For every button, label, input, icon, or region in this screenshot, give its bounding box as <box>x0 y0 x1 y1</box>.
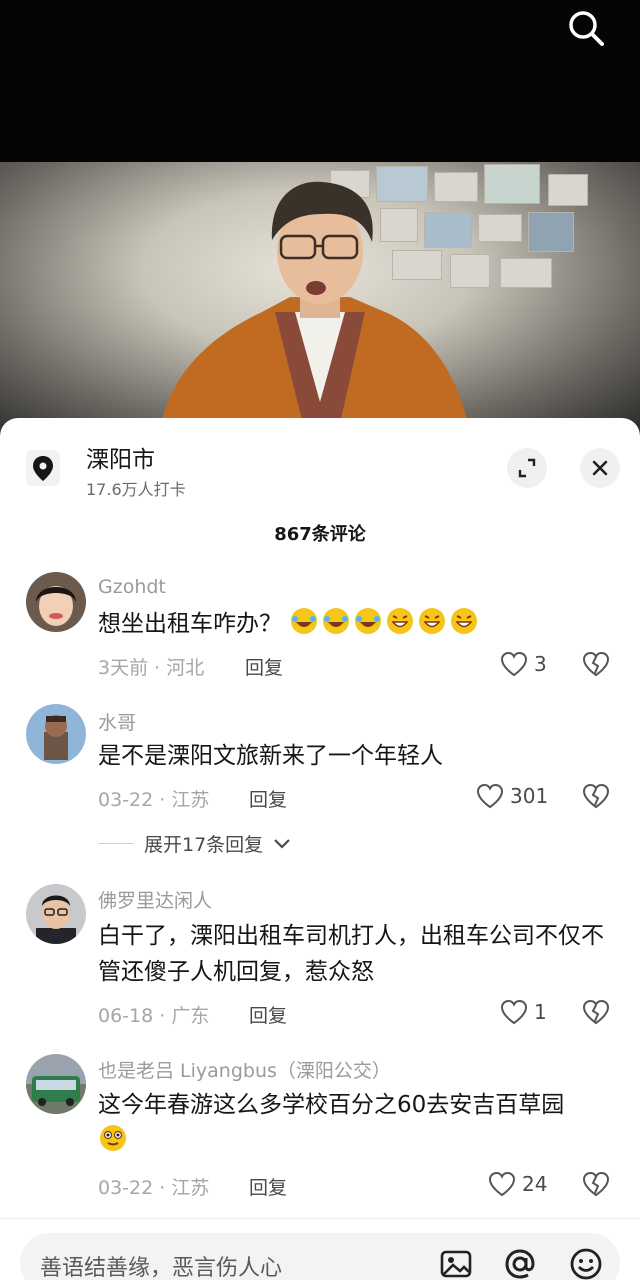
like-button[interactable]: 3 <box>500 650 547 678</box>
dislike-button[interactable] <box>582 998 610 1026</box>
emoji-icon[interactable] <box>568 1246 604 1280</box>
video-player[interactable] <box>0 162 640 432</box>
like-count: 1 <box>534 1000 547 1024</box>
smirk-emoji-icon <box>98 1125 130 1154</box>
location-checkins: 17.6万人打卡 <box>86 480 186 499</box>
broken-heart-icon <box>582 651 610 677</box>
comment-text: 白干了，溧阳出租车司机打人，出租车公司不仅不管还傻子人机回复，惹众怒 <box>98 923 604 985</box>
location-title[interactable]: 溧阳市 <box>86 440 155 474</box>
comment-input-placeholder[interactable]: 善语结善缘，恶言伤人心 <box>40 1250 282 1280</box>
comment-text: 想坐出租车咋办？ <box>98 606 618 642</box>
image-icon[interactable] <box>438 1246 474 1280</box>
comment-username[interactable]: 佛罗里达闲人 <box>98 886 212 913</box>
comment-username[interactable]: 也是老吕 Liyangbus（溧阳公交） <box>98 1056 391 1083</box>
avatar[interactable] <box>26 572 86 632</box>
reply-button[interactable]: 回复 <box>249 785 287 812</box>
like-button[interactable]: 1 <box>500 998 547 1026</box>
like-count: 24 <box>522 1172 548 1196</box>
reply-button[interactable]: 回复 <box>249 1001 287 1028</box>
heart-icon <box>488 1171 516 1197</box>
mention-icon[interactable] <box>502 1246 538 1280</box>
expand-button[interactable] <box>507 448 547 488</box>
comment-count: 867条评论 <box>274 524 366 545</box>
avatar[interactable] <box>26 704 86 764</box>
close-icon <box>592 460 608 476</box>
comment-meta: 03-22 · 江苏 <box>98 1177 210 1199</box>
top-bar <box>0 0 640 162</box>
comment-meta: 3天前 · 河北 <box>98 657 205 679</box>
expand-icon <box>518 458 536 478</box>
expand-replies-button[interactable]: 展开17条回复 <box>98 830 291 857</box>
dislike-button[interactable] <box>582 1170 610 1198</box>
reply-button[interactable]: 回复 <box>249 1173 287 1200</box>
heart-icon <box>500 651 528 677</box>
chevron-down-icon <box>274 838 290 849</box>
like-count: 301 <box>510 784 549 808</box>
laughing-crying-emoji-icons <box>282 608 481 637</box>
like-button[interactable]: 24 <box>488 1170 547 1198</box>
search-icon[interactable] <box>566 8 606 48</box>
heart-icon <box>500 999 528 1025</box>
dislike-button[interactable] <box>582 650 610 678</box>
broken-heart-icon <box>582 1171 610 1197</box>
avatar[interactable] <box>26 884 86 944</box>
broken-heart-icon <box>582 999 610 1025</box>
heart-icon <box>476 783 504 809</box>
comment-text: 这今年春游这么多学校百分之60去安吉百草园 <box>98 1087 618 1159</box>
comment-username[interactable]: Gzohdt <box>98 576 166 598</box>
broken-heart-icon <box>582 783 610 809</box>
like-button[interactable]: 301 <box>476 782 548 810</box>
reply-button[interactable]: 回复 <box>245 653 283 680</box>
expand-replies-label: 展开17条回复 <box>144 834 264 856</box>
location-pin-icon <box>26 450 60 486</box>
dislike-button[interactable] <box>582 782 610 810</box>
comment-meta: 06-18 · 广东 <box>98 1005 210 1027</box>
comment-username[interactable]: 水哥 <box>98 708 136 735</box>
like-count: 3 <box>534 652 547 676</box>
avatar[interactable] <box>26 1054 86 1114</box>
comment-meta: 03-22 · 江苏 <box>98 789 210 811</box>
comment-text: 是不是溧阳文旅新来了一个年轻人 <box>98 743 443 769</box>
presenter-figure <box>160 181 470 432</box>
close-button[interactable] <box>580 448 620 488</box>
divider <box>98 843 134 844</box>
